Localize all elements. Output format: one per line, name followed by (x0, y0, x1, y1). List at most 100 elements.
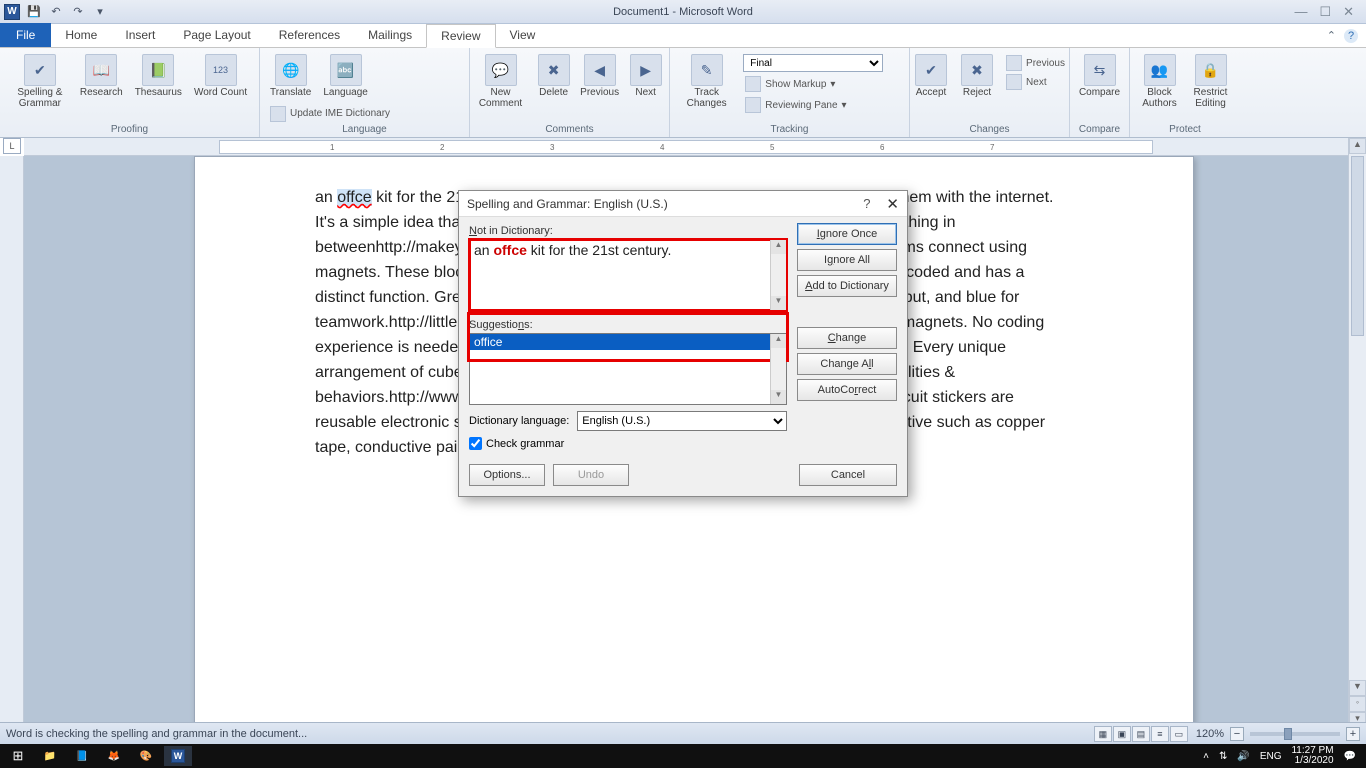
taskbar-firefox-icon[interactable]: 🦊 (100, 746, 128, 766)
change-all-button[interactable]: Change All (797, 353, 897, 375)
next-comment-button[interactable]: ▶Next (625, 52, 667, 100)
group-changes: Changes (916, 123, 1063, 137)
taskbar-paint-icon[interactable]: 🎨 (132, 746, 160, 766)
zoom-in-button[interactable]: + (1346, 727, 1360, 741)
undo-button: Undo (553, 464, 629, 486)
dialog-titlebar: Spelling and Grammar: English (U.S.) ? ✕ (459, 191, 907, 217)
change-button[interactable]: Change (797, 327, 897, 349)
suggestion-item[interactable]: office (470, 334, 786, 350)
ribbon-tabs: File Home Insert Page Layout References … (0, 24, 1366, 48)
ignore-all-button[interactable]: Ignore All (797, 249, 897, 271)
word-count-button[interactable]: 123Word Count (190, 52, 251, 100)
track-changes-button[interactable]: ✎Track Changes (676, 52, 737, 111)
dictionary-language-select[interactable]: English (U.S.) (577, 411, 787, 431)
reviewing-pane-button[interactable]: Reviewing Pane ▾ (741, 96, 903, 114)
view-draft-icon[interactable]: ▭ (1170, 726, 1188, 742)
tray-chevron-icon[interactable]: ˄ (1203, 751, 1209, 762)
accept-button[interactable]: ✔Accept (910, 52, 952, 100)
update-ime-button[interactable]: Update IME Dictionary (266, 105, 396, 123)
group-comments: Comments (476, 123, 663, 137)
vertical-scrollbar[interactable]: ▲ ▼ ◦ ▾ (1348, 138, 1366, 728)
view-full-screen-icon[interactable]: ▣ (1113, 726, 1131, 742)
title-bar: W 💾 ↶ ↷ ▾ Document1 - Microsoft Word — ☐… (0, 0, 1366, 24)
thesaurus-button[interactable]: 📗Thesaurus (131, 52, 186, 100)
spelling-grammar-button[interactable]: ✔Spelling & Grammar (8, 52, 72, 111)
file-tab[interactable]: File (0, 23, 51, 47)
compare-button[interactable]: ⇆Compare (1075, 52, 1124, 100)
scroll-thumb[interactable] (1351, 156, 1364, 336)
dialog-title: Spelling and Grammar: English (U.S.) (467, 197, 863, 211)
group-proofing: Proofing (6, 123, 253, 137)
ignore-once-button[interactable]: Ignore Once (797, 223, 897, 245)
qat-redo-icon[interactable]: ↷ (70, 4, 86, 20)
status-text: Word is checking the spelling and gramma… (6, 728, 307, 740)
tab-view[interactable]: View (496, 23, 550, 47)
ribbon-minimize-icon[interactable]: ⌃ (1327, 29, 1336, 43)
tab-home[interactable]: Home (51, 23, 111, 47)
cancel-button[interactable]: Cancel (799, 464, 897, 486)
spelling-grammar-dialog: Spelling and Grammar: English (U.S.) ? ✕… (458, 190, 908, 497)
new-comment-button[interactable]: 💬New Comment (472, 52, 528, 111)
qat-save-icon[interactable]: 💾 (26, 4, 42, 20)
block-authors-button[interactable]: 👥Block Authors (1136, 52, 1183, 111)
research-button[interactable]: 📖Research (76, 52, 127, 100)
start-button[interactable]: ⊞ (4, 746, 32, 766)
tray-network-icon[interactable]: ⇅ (1219, 751, 1227, 762)
reject-button[interactable]: ✖Reject (956, 52, 998, 100)
view-print-layout-icon[interactable]: ▦ (1094, 726, 1112, 742)
qat-customize-icon[interactable]: ▾ (92, 4, 108, 20)
show-markup-button[interactable]: Show Markup ▾ (741, 75, 903, 93)
taskbar-word-icon[interactable]: W (164, 746, 192, 766)
tab-mailings[interactable]: Mailings (354, 23, 426, 47)
zoom-level[interactable]: 120% (1196, 728, 1224, 740)
help-icon[interactable]: ? (1344, 29, 1358, 43)
tray-language[interactable]: ENG (1260, 751, 1282, 762)
group-tracking: Tracking (676, 123, 903, 137)
maximize-button[interactable]: ☐ (1319, 4, 1331, 20)
taskbar-explorer-icon[interactable]: 📁 (36, 746, 64, 766)
close-button[interactable]: ✕ (1343, 4, 1354, 20)
tray-volume-icon[interactable]: 🔊 (1237, 751, 1249, 762)
window-title: Document1 - Microsoft Word (613, 6, 753, 18)
tray-notifications-icon[interactable]: 💬 (1344, 751, 1356, 762)
scroll-down-icon[interactable]: ▼ (1349, 680, 1366, 696)
tab-insert[interactable]: Insert (111, 23, 169, 47)
add-to-dictionary-button[interactable]: Add to Dictionary (797, 275, 897, 297)
next-change-button[interactable]: Next (1002, 73, 1069, 91)
vertical-ruler: L (0, 156, 24, 728)
check-grammar-checkbox[interactable]: Check grammar (469, 437, 787, 450)
display-for-review-select[interactable]: Final (743, 54, 883, 72)
dialog-help-icon[interactable]: ? (863, 196, 870, 211)
group-compare: Compare (1076, 123, 1123, 137)
view-web-layout-icon[interactable]: ▤ (1132, 726, 1150, 742)
restrict-editing-button[interactable]: 🔒Restrict Editing (1187, 52, 1234, 111)
view-outline-icon[interactable]: ≡ (1151, 726, 1169, 742)
qat-undo-icon[interactable]: ↶ (48, 4, 64, 20)
tab-references[interactable]: References (265, 23, 354, 47)
prev-change-button[interactable]: Previous (1002, 54, 1069, 72)
suggestions-listbox[interactable]: office ▲▼ (469, 333, 787, 405)
dialog-close-icon[interactable]: ✕ (886, 195, 899, 213)
taskbar-notepad-icon[interactable]: 📘 (68, 746, 96, 766)
tab-review[interactable]: Review (426, 24, 495, 48)
prev-comment-button[interactable]: ◀Previous (579, 52, 621, 100)
zoom-slider[interactable] (1250, 732, 1340, 736)
delete-comment-button[interactable]: ✖Delete (533, 52, 575, 100)
suggestions-label: Suggestions: (469, 319, 787, 331)
view-buttons: ▦ ▣ ▤ ≡ ▭ (1094, 726, 1188, 742)
options-button[interactable]: Options... (469, 464, 545, 486)
not-in-dictionary-label: Not in Dictionary: (469, 225, 787, 237)
tab-page-layout[interactable]: Page Layout (169, 23, 264, 47)
translate-button[interactable]: 🌐Translate (266, 52, 315, 100)
status-bar: Word is checking the spelling and gramma… (0, 722, 1366, 744)
taskbar: ⊞ 📁 📘 🦊 🎨 W ˄ ⇅ 🔊 ENG 11:27 PM1/3/2020 💬 (0, 744, 1366, 768)
prev-page-icon[interactable]: ◦ (1349, 696, 1366, 712)
language-button[interactable]: 🔤Language (319, 52, 372, 100)
autocorrect-button[interactable]: AutoCorrect (797, 379, 897, 401)
minimize-button[interactable]: — (1294, 4, 1307, 20)
word-icon: W (4, 4, 20, 20)
scroll-up-icon[interactable]: ▲ (1349, 138, 1366, 154)
tray-clock[interactable]: 11:27 PM1/3/2020 (1291, 746, 1333, 766)
zoom-out-button[interactable]: − (1230, 727, 1244, 741)
not-in-dictionary-textbox[interactable]: an offce kit for the 21st century. ▲▼ (469, 239, 787, 311)
